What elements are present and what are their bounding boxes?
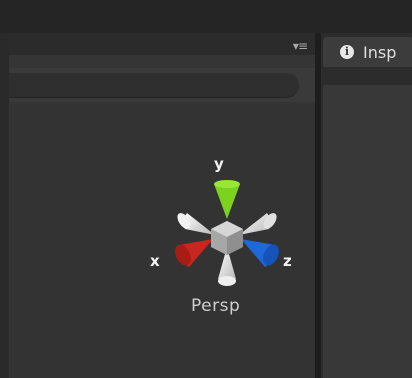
- scene-toolbar: [9, 68, 315, 102]
- inspector-body: [323, 85, 412, 378]
- panel-menu-icon[interactable]: ▾≡: [293, 39, 308, 53]
- inspector-tab-label: Insp: [363, 42, 397, 62]
- gizmo-z-label: z: [283, 252, 292, 270]
- tab-inspector[interactable]: i Insp: [323, 37, 412, 67]
- top-toolbar-strip: [0, 0, 412, 33]
- scene-search-field[interactable]: [9, 73, 299, 98]
- projection-mode-label[interactable]: Persp: [191, 296, 240, 316]
- editor-window: ▾≡ y x z Persp i Insp: [0, 0, 412, 378]
- scene-orientation-gizmo[interactable]: [147, 151, 307, 351]
- scene-view-panel: ▾≡ y x z Persp: [9, 33, 315, 378]
- scene-panel-header: ▾≡: [9, 33, 315, 55]
- gizmo-y-label: y: [214, 155, 224, 173]
- gizmo-y-axis-cone[interactable]: [214, 184, 240, 219]
- gizmo-center-cube[interactable]: [211, 221, 243, 255]
- gizmo-x-label: x: [150, 252, 160, 270]
- inspector-panel: i Insp: [321, 33, 412, 378]
- info-icon: i: [340, 45, 354, 59]
